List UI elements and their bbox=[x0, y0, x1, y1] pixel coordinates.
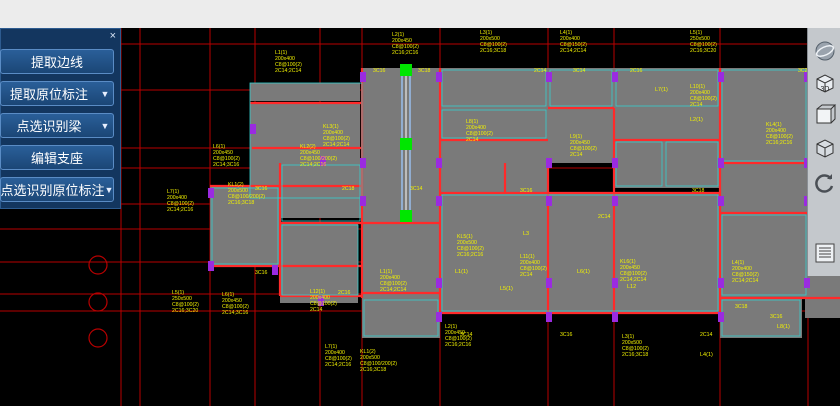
span-label: 3C16 bbox=[520, 188, 533, 194]
span-label: 2C14 bbox=[534, 68, 547, 74]
span-label: 3C14 bbox=[460, 332, 473, 338]
slab-panel bbox=[720, 68, 808, 163]
extract-in-situ-annotation-label: 提取原位标注 bbox=[9, 87, 88, 102]
view-3d-label: 3D bbox=[821, 86, 830, 93]
column-support bbox=[546, 196, 552, 206]
column-support bbox=[546, 278, 552, 288]
column-support bbox=[436, 196, 442, 206]
slab-panel bbox=[720, 163, 808, 213]
column-support bbox=[436, 278, 442, 288]
grip-handle[interactable] bbox=[400, 210, 412, 222]
column-support bbox=[436, 158, 442, 168]
column-support bbox=[208, 261, 214, 271]
room-label: L1(1) bbox=[455, 269, 468, 275]
point-recognize-beam-button[interactable]: 点选识别梁 ▼ bbox=[0, 113, 114, 138]
span-label: 3C16 bbox=[560, 332, 573, 338]
grip-handle[interactable] bbox=[400, 64, 412, 76]
room-label: L5(1) bbox=[500, 286, 513, 292]
span-label: 3C14 bbox=[410, 186, 423, 192]
point-recognize-beam-label: 点选识别梁 bbox=[16, 119, 82, 134]
point-recognize-in-situ-annotation-label: 点选识别原位标注 bbox=[0, 183, 105, 198]
span-label: 3C18 bbox=[418, 68, 431, 74]
column-support bbox=[804, 278, 810, 288]
beam-recognition-panel: × 提取边线 提取原位标注 ▼ 点选识别梁 ▼ 编辑支座 点选识别原位标注 ▼ bbox=[0, 28, 121, 209]
span-label: 2C18 bbox=[342, 186, 355, 192]
span-label: 3C16 bbox=[255, 270, 268, 276]
span-label: 3C16 bbox=[770, 314, 783, 320]
room-label: L3 bbox=[523, 231, 529, 237]
room-label: L4(1) bbox=[700, 352, 713, 358]
caret-down-icon[interactable]: ▼ bbox=[97, 89, 113, 99]
column-support bbox=[612, 278, 618, 288]
column-support bbox=[208, 188, 214, 198]
grip-handle[interactable] bbox=[400, 138, 412, 150]
layer-panel-icon[interactable] bbox=[811, 238, 839, 268]
caret-down-icon[interactable]: ▼ bbox=[97, 121, 113, 131]
span-label: 3C16 bbox=[373, 68, 386, 74]
column-support bbox=[612, 312, 618, 322]
column-support bbox=[612, 72, 618, 82]
span-label: 2C14 bbox=[598, 214, 611, 220]
column-support bbox=[718, 278, 724, 288]
point-recognize-in-situ-annotation-button[interactable]: 点选识别原位标注 ▼ bbox=[0, 177, 114, 202]
slab-panel bbox=[664, 143, 720, 188]
view-3d-cube-icon[interactable]: 3D bbox=[811, 68, 839, 98]
navigation-sphere-icon[interactable] bbox=[811, 36, 839, 66]
slab-panel bbox=[720, 213, 808, 298]
extract-in-situ-annotation-button[interactable]: 提取原位标注 ▼ bbox=[0, 81, 114, 106]
column-support bbox=[272, 265, 278, 275]
column-support bbox=[546, 72, 552, 82]
caret-down-icon[interactable]: ▼ bbox=[105, 185, 113, 195]
span-label: 3C18 bbox=[692, 188, 705, 194]
front-view-cube-icon[interactable] bbox=[811, 100, 839, 130]
panel-close-button[interactable]: × bbox=[110, 30, 116, 42]
rotate-icon[interactable] bbox=[811, 168, 839, 198]
span-label: 3C16 bbox=[255, 186, 268, 192]
column-support bbox=[612, 196, 618, 206]
column-support bbox=[436, 72, 442, 82]
slab-panel bbox=[250, 83, 360, 101]
slab-panel bbox=[614, 108, 720, 143]
column-support bbox=[360, 158, 366, 168]
application-top-bar bbox=[0, 0, 840, 29]
column-support bbox=[436, 312, 442, 322]
column-support bbox=[718, 312, 724, 322]
slab-panel bbox=[548, 68, 614, 108]
room-label: L8(1) bbox=[777, 324, 790, 330]
span-label: 2C16 bbox=[630, 68, 643, 74]
edit-support-label: 编辑支座 bbox=[30, 151, 83, 166]
span-label: 3C14 bbox=[573, 68, 586, 74]
column-support bbox=[546, 312, 552, 322]
column-support bbox=[546, 158, 552, 168]
extract-edge-button[interactable]: 提取边线 bbox=[0, 49, 114, 74]
slab-panel bbox=[440, 163, 505, 193]
column-support bbox=[360, 196, 366, 206]
view-toolbar: 3D bbox=[807, 28, 840, 276]
room-label: L7(1) bbox=[655, 87, 668, 93]
column-support bbox=[718, 158, 724, 168]
span-label: 3C18 bbox=[735, 304, 748, 310]
edit-support-button[interactable]: 编辑支座 bbox=[0, 145, 114, 170]
column-support bbox=[718, 72, 724, 82]
selected-beam[interactable] bbox=[400, 64, 412, 222]
column-support bbox=[360, 72, 366, 82]
slab-panel bbox=[614, 143, 664, 188]
room-label: L2(1) bbox=[690, 117, 703, 123]
column-support bbox=[612, 158, 618, 168]
room-label: L12 bbox=[627, 284, 636, 290]
slab-panel bbox=[362, 298, 440, 338]
slab-panel bbox=[440, 68, 548, 108]
iso-view-cube-icon[interactable] bbox=[811, 132, 839, 162]
span-label: 2C14 bbox=[700, 332, 713, 338]
column-support bbox=[718, 196, 724, 206]
room-label: L6(1) bbox=[577, 269, 590, 275]
extract-edge-label: 提取边线 bbox=[30, 55, 83, 70]
column-support bbox=[250, 124, 256, 134]
span-label: 2C16 bbox=[338, 290, 351, 296]
cad-drawing-canvas[interactable]: L1(1) 200x400 C8@100(2) 2C14;2C14L2(1) 200x4… bbox=[0, 28, 840, 406]
slab-panel bbox=[440, 108, 548, 163]
slab-panel bbox=[720, 298, 802, 338]
